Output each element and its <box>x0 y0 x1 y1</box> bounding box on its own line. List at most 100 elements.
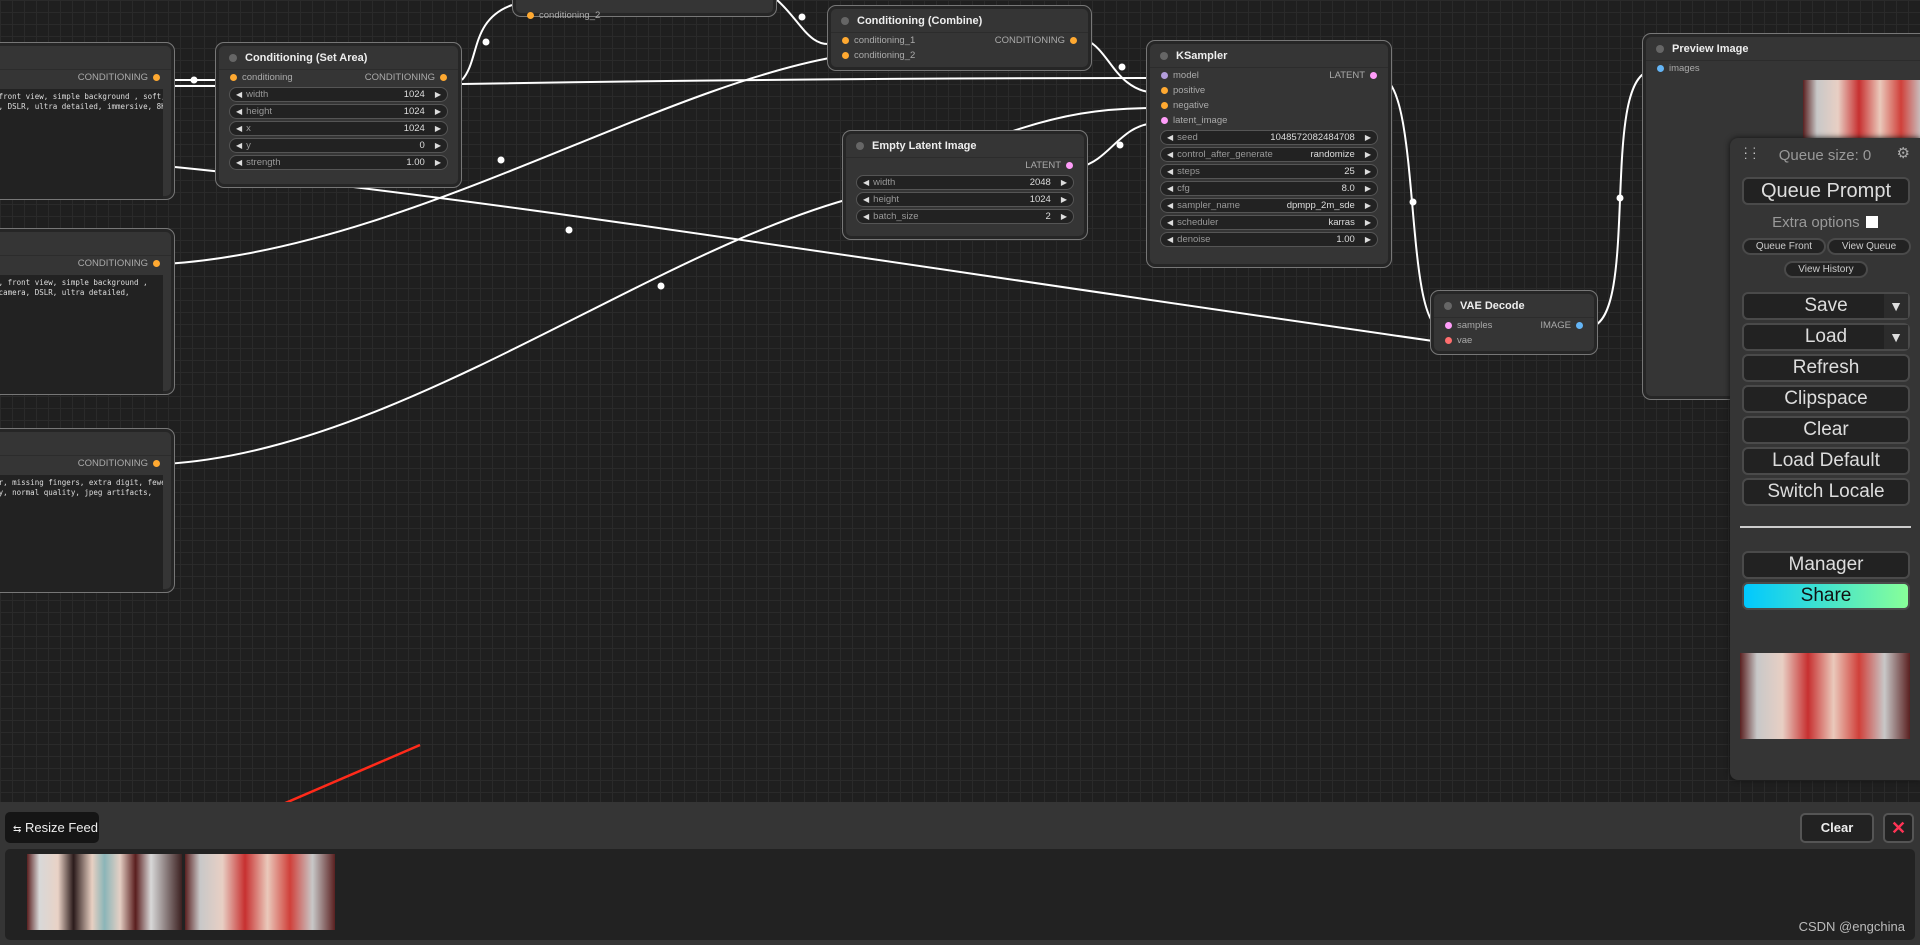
prompt-textarea[interactable]: error, missing fingers, extra digit, few… <box>0 475 163 592</box>
node-ksampler[interactable]: KSampler model LATENT positive negative laten… <box>1146 40 1392 268</box>
node-title[interactable]: Empty Latent Image <box>846 134 1084 158</box>
output-slot[interactable]: CONDITIONING <box>78 258 165 269</box>
node-prompt2[interactable]: CONDITIONING girls, front view, simple ba… <box>0 228 175 395</box>
input-slot[interactable]: positive <box>1156 85 1205 96</box>
node-title[interactable]: VAE Decode <box>1434 294 1594 318</box>
extra-options-checkbox[interactable] <box>1865 216 1878 228</box>
node-combine[interactable]: Conditioning (Combine) conditioning_1 COND… <box>827 5 1092 71</box>
node-title[interactable]: Conditioning (Combine) <box>831 9 1088 33</box>
save-button[interactable]: Save ▼ <box>1742 292 1910 320</box>
view-queue-button[interactable]: View Queue <box>1827 238 1911 255</box>
node-title[interactable] <box>0 432 171 456</box>
save-dropdown-icon[interactable]: ▼ <box>1884 294 1908 318</box>
widget-height[interactable]: ◀ height 1024 ▶ <box>856 192 1074 207</box>
settings-gear-icon[interactable]: ⚙ <box>1897 144 1910 162</box>
input-slot[interactable]: images <box>1652 63 1700 74</box>
node-title[interactable] <box>0 46 171 70</box>
input-dot-icon[interactable] <box>1161 102 1168 109</box>
increment-arrow-icon[interactable]: ▶ <box>435 141 441 150</box>
collapse-dot-icon[interactable] <box>229 53 237 62</box>
widget-x[interactable]: ◀ x 1024 ▶ <box>229 121 448 136</box>
input-slot[interactable]: conditioning <box>225 72 293 83</box>
feed-image[interactable] <box>185 854 335 930</box>
increment-arrow-icon[interactable]: ▶ <box>1061 212 1067 221</box>
widget-strength[interactable]: ◀ strength 1.00 ▶ <box>229 155 448 170</box>
input-dot-icon[interactable] <box>1161 117 1168 124</box>
output-slot[interactable]: CONDITIONING <box>995 35 1082 46</box>
input-dot-icon[interactable] <box>842 52 849 59</box>
load-button[interactable]: Load ▼ <box>1742 323 1910 351</box>
load-dropdown-icon[interactable]: ▼ <box>1884 325 1908 349</box>
increment-arrow-icon[interactable]: ▶ <box>435 90 441 99</box>
decrement-arrow-icon[interactable]: ◀ <box>1167 133 1173 142</box>
increment-arrow-icon[interactable]: ▶ <box>1365 235 1371 244</box>
node-title[interactable]: KSampler <box>1150 44 1388 68</box>
increment-arrow-icon[interactable]: ▶ <box>435 124 441 133</box>
collapse-dot-icon[interactable] <box>1656 44 1664 53</box>
increment-arrow-icon[interactable]: ▶ <box>1061 178 1067 187</box>
switch-locale-button[interactable]: Switch Locale <box>1742 478 1910 506</box>
widget-width[interactable]: ◀ width 2048 ▶ <box>856 175 1074 190</box>
widget-cfg[interactable]: ◀ cfg 8.0 ▶ <box>1160 181 1378 196</box>
decrement-arrow-icon[interactable]: ◀ <box>1167 167 1173 176</box>
node-topnode[interactable]: conditioning_2 <box>512 0 777 21</box>
node-title[interactable] <box>0 232 171 256</box>
input-slot[interactable]: samples <box>1440 320 1492 331</box>
increment-arrow-icon[interactable]: ▶ <box>1365 184 1371 193</box>
increment-arrow-icon[interactable]: ▶ <box>435 158 441 167</box>
queue-prompt-button[interactable]: Queue Prompt <box>1742 177 1910 205</box>
output-dot-icon[interactable] <box>1370 72 1377 79</box>
increment-arrow-icon[interactable]: ▶ <box>1365 167 1371 176</box>
decrement-arrow-icon[interactable]: ◀ <box>863 178 869 187</box>
increment-arrow-icon[interactable]: ▶ <box>1365 133 1371 142</box>
clipspace-button[interactable]: Clipspace <box>1742 385 1910 413</box>
output-slot[interactable]: CONDITIONING <box>78 72 165 83</box>
increment-arrow-icon[interactable]: ▶ <box>1365 218 1371 227</box>
input-slot[interactable]: negative <box>1156 100 1209 111</box>
output-slot[interactable]: LATENT <box>1329 70 1382 81</box>
output-dot-icon[interactable] <box>1066 162 1073 169</box>
output-dot-icon[interactable] <box>1576 322 1583 329</box>
input-slot[interactable]: conditioning_2 <box>522 10 600 21</box>
widget-batch-size[interactable]: ◀ batch_size 2 ▶ <box>856 209 1074 224</box>
queue-front-button[interactable]: Queue Front <box>1742 238 1826 255</box>
decrement-arrow-icon[interactable]: ◀ <box>236 90 242 99</box>
output-dot-icon[interactable] <box>153 460 160 467</box>
decrement-arrow-icon[interactable]: ◀ <box>1167 235 1173 244</box>
input-dot-icon[interactable] <box>1445 337 1452 344</box>
decrement-arrow-icon[interactable]: ◀ <box>863 212 869 221</box>
widget-width[interactable]: ◀ width 1024 ▶ <box>229 87 448 102</box>
output-dot-icon[interactable] <box>153 260 160 267</box>
clear-button[interactable]: Clear <box>1742 416 1910 444</box>
input-slot[interactable]: conditioning_2 <box>837 50 915 61</box>
decrement-arrow-icon[interactable]: ◀ <box>1167 184 1173 193</box>
feed-close-button[interactable]: ✕ <box>1883 813 1914 843</box>
widget-height[interactable]: ◀ height 1024 ▶ <box>229 104 448 119</box>
increment-arrow-icon[interactable]: ▶ <box>435 107 441 116</box>
decrement-arrow-icon[interactable]: ◀ <box>1167 218 1173 227</box>
output-slot[interactable]: IMAGE <box>1540 320 1588 331</box>
resize-feed-button[interactable]: ⇆ Resize Feed <box>5 812 99 843</box>
prompt-textarea[interactable]: irl, front view, simple background , sof… <box>0 89 163 199</box>
collapse-dot-icon[interactable] <box>1444 301 1452 310</box>
output-dot-icon[interactable] <box>1070 37 1077 44</box>
decrement-arrow-icon[interactable]: ◀ <box>236 141 242 150</box>
widget-scheduler[interactable]: ◀ scheduler karras ▶ <box>1160 215 1378 230</box>
feed-image[interactable] <box>27 854 182 930</box>
input-dot-icon[interactable] <box>230 74 237 81</box>
input-dot-icon[interactable] <box>1657 65 1664 72</box>
input-slot[interactable]: latent_image <box>1156 115 1227 126</box>
widget-y[interactable]: ◀ y 0 ▶ <box>229 138 448 153</box>
decrement-arrow-icon[interactable]: ◀ <box>1167 150 1173 159</box>
increment-arrow-icon[interactable]: ▶ <box>1061 195 1067 204</box>
collapse-dot-icon[interactable] <box>1160 51 1168 60</box>
input-dot-icon[interactable] <box>842 37 849 44</box>
decrement-arrow-icon[interactable]: ◀ <box>236 158 242 167</box>
decrement-arrow-icon[interactable]: ◀ <box>236 124 242 133</box>
output-slot[interactable]: CONDITIONING <box>78 458 165 469</box>
widget-steps[interactable]: ◀ steps 25 ▶ <box>1160 164 1378 179</box>
output-slot[interactable]: CONDITIONING <box>365 72 452 83</box>
input-slot[interactable]: vae <box>1440 335 1472 346</box>
decrement-arrow-icon[interactable]: ◀ <box>1167 201 1173 210</box>
manager-button[interactable]: Manager <box>1742 551 1910 579</box>
